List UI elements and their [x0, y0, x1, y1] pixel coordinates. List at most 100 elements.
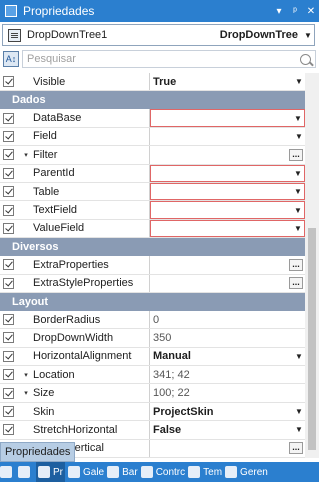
- category-header[interactable]: Layout: [0, 292, 305, 311]
- check-icon: [3, 149, 14, 161]
- row-checkbox[interactable]: [0, 109, 17, 126]
- property-row[interactable]: ExtraStyleProperties...: [0, 274, 305, 293]
- taskbar-item[interactable]: Bar: [107, 466, 138, 478]
- property-value[interactable]: 350: [150, 329, 305, 346]
- property-row[interactable]: Skin ProjectSkin ▼: [0, 402, 305, 422]
- expand-icon[interactable]: ▾: [19, 151, 33, 159]
- object-selector[interactable]: DropDownTree1 DropDownTree ▼: [2, 24, 315, 46]
- property-row[interactable]: ▾ Filter...: [0, 146, 305, 165]
- row-checkbox[interactable]: [0, 256, 17, 273]
- property-row[interactable]: ▾ Size 100; 22: [0, 384, 305, 403]
- tab-properties[interactable]: Propriedades: [0, 442, 75, 462]
- dropdown-arrow-icon[interactable]: ▼: [293, 77, 305, 86]
- property-row[interactable]: ExtraProperties...: [0, 256, 305, 275]
- row-checkbox[interactable]: [0, 421, 17, 438]
- property-value[interactable]: False ▼: [150, 421, 305, 438]
- dropdown-arrow-icon[interactable]: ▼: [293, 132, 305, 141]
- property-row[interactable]: DataBase ▼: [0, 109, 305, 128]
- taskbar-item-label: Bar: [122, 466, 138, 478]
- property-row[interactable]: BorderRadius 0: [0, 310, 305, 330]
- property-value[interactable]: ▼: [150, 219, 305, 238]
- taskbar-item[interactable]: [0, 466, 15, 478]
- property-value[interactable]: True ▼: [150, 73, 305, 90]
- property-value[interactable]: ▼: [150, 164, 305, 182]
- property-name-cell: ExtraStyleProperties: [17, 274, 150, 292]
- ellipsis-button[interactable]: ...: [289, 148, 303, 161]
- check-icon: [3, 112, 14, 124]
- property-value[interactable]: 100; 22: [150, 384, 305, 401]
- property-value[interactable]: ▼: [150, 201, 305, 219]
- property-row[interactable]: ParentId ▼: [0, 164, 305, 183]
- property-value[interactable]: ▼: [150, 128, 305, 145]
- scrollbar-thumb[interactable]: [308, 228, 316, 450]
- property-value[interactable]: ...: [150, 256, 305, 273]
- property-value[interactable]: ...: [150, 146, 305, 163]
- row-checkbox[interactable]: [0, 329, 17, 346]
- property-value[interactable]: ...: [150, 440, 305, 457]
- taskbar-item[interactable]: Tem: [188, 466, 222, 478]
- row-checkbox[interactable]: [0, 384, 17, 401]
- ellipsis-button[interactable]: ...: [289, 442, 303, 455]
- chevron-down-icon[interactable]: ▼: [302, 31, 314, 40]
- row-checkbox[interactable]: [0, 348, 17, 365]
- expand-icon[interactable]: ▾: [19, 389, 33, 397]
- ellipsis-button[interactable]: ...: [289, 277, 303, 290]
- row-checkbox[interactable]: [0, 201, 17, 218]
- row-checkbox[interactable]: [0, 403, 17, 420]
- taskbar-item[interactable]: Gale: [68, 466, 104, 478]
- property-value[interactable]: ▼: [150, 109, 305, 127]
- row-checkbox[interactable]: [0, 275, 17, 292]
- dropdown-arrow-icon[interactable]: ▼: [292, 206, 304, 215]
- category-header[interactable]: Diversos: [0, 238, 305, 257]
- row-checkbox[interactable]: [0, 311, 17, 328]
- property-row[interactable]: ▾ Location 341; 42: [0, 366, 305, 385]
- alphabetical-sort-icon[interactable]: A↕: [3, 51, 19, 67]
- property-name-cell: TextField: [17, 201, 150, 219]
- row-checkbox[interactable]: [0, 220, 17, 237]
- dropdown-arrow-icon[interactable]: ▼: [293, 352, 305, 361]
- search-input[interactable]: Pesquisar: [22, 50, 316, 68]
- property-value[interactable]: 0: [150, 311, 305, 328]
- dropdown-arrow-icon[interactable]: ▼: [293, 425, 305, 434]
- dropdown-arrow-icon[interactable]: ▼: [293, 407, 305, 416]
- property-value[interactable]: Manual ▼: [150, 348, 305, 365]
- pin-icon[interactable]: ᵖ: [287, 6, 303, 17]
- property-row[interactable]: Visible True ▼: [0, 73, 305, 92]
- property-row[interactable]: TextField ▼: [0, 201, 305, 220]
- dropdown-arrow-icon[interactable]: ▼: [292, 224, 304, 233]
- row-checkbox[interactable]: [0, 128, 17, 145]
- property-value[interactable]: ▼: [150, 182, 305, 201]
- check-icon: [3, 277, 14, 289]
- property-row[interactable]: ValueField ▼: [0, 219, 305, 239]
- row-checkbox[interactable]: [0, 183, 17, 200]
- property-value[interactable]: ProjectSkin ▼: [150, 403, 305, 420]
- taskbar-item[interactable]: Geren: [225, 466, 268, 478]
- taskbar-item[interactable]: Contrc: [140, 466, 185, 478]
- dropdown-arrow-icon[interactable]: ▼: [292, 169, 304, 178]
- property-row[interactable]: Field ▼: [0, 127, 305, 147]
- taskbar-item[interactable]: Pr: [36, 462, 65, 482]
- menu-dropdown-icon[interactable]: ▾: [271, 6, 287, 17]
- row-checkbox[interactable]: [0, 73, 17, 90]
- row-checkbox[interactable]: [0, 366, 17, 383]
- dropdown-arrow-icon[interactable]: ▼: [292, 114, 304, 123]
- property-name: Size: [33, 387, 55, 400]
- property-value[interactable]: 341; 42: [150, 366, 305, 383]
- category-header[interactable]: Dados: [0, 91, 305, 110]
- row-checkbox[interactable]: [0, 146, 17, 163]
- dropdown-arrow-icon[interactable]: ▼: [292, 187, 304, 196]
- property-row[interactable]: HorizontalAlignment Manual ▼: [0, 347, 305, 367]
- taskbar-item[interactable]: [18, 466, 33, 478]
- property-value[interactable]: ...: [150, 275, 305, 292]
- property-row[interactable]: StretchHorizontal False ▼: [0, 421, 305, 440]
- property-name: ExtraStyleProperties: [33, 277, 134, 290]
- row-checkbox[interactable]: [0, 165, 17, 182]
- expand-icon[interactable]: ▾: [19, 371, 33, 379]
- bottom-toolbar: Pr Gale Bar Contrc Tem Geren: [0, 462, 319, 482]
- property-row[interactable]: DropDownWidth 350: [0, 329, 305, 348]
- ellipsis-button[interactable]: ...: [289, 258, 303, 271]
- close-icon[interactable]: ✕: [303, 6, 319, 17]
- vertical-scrollbar[interactable]: [305, 73, 319, 458]
- property-row[interactable]: Table ▼: [0, 182, 305, 202]
- controls-icon: [140, 466, 153, 478]
